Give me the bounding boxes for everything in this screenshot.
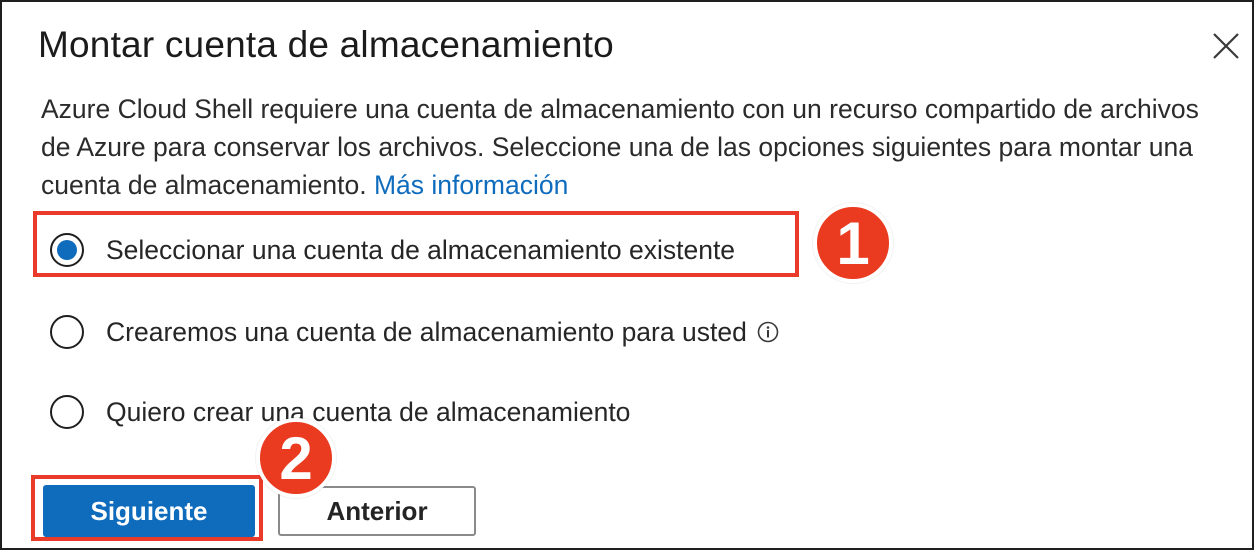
step-badge-1: 1 bbox=[813, 203, 893, 283]
description-text: Azure Cloud Shell requiere una cuenta de… bbox=[41, 94, 1199, 200]
info-icon[interactable] bbox=[757, 321, 779, 343]
highlight-box-option bbox=[33, 211, 799, 277]
step-badge-2: 2 bbox=[256, 418, 336, 498]
close-icon[interactable] bbox=[1208, 28, 1244, 64]
dialog-title: Montar cuenta de almacenamiento bbox=[38, 24, 614, 65]
highlight-box-next bbox=[31, 475, 263, 541]
radio-create-for-you[interactable] bbox=[50, 315, 84, 349]
dialog-description: Azure Cloud Shell requiere una cuenta de… bbox=[41, 90, 1231, 204]
option-label: Crearemos una cuenta de almacenamiento p… bbox=[106, 316, 747, 347]
radio-create-my-own[interactable] bbox=[50, 395, 84, 429]
option-create-for-you[interactable]: Crearemos una cuenta de almacenamiento p… bbox=[50, 312, 779, 352]
learn-more-link[interactable]: Más información bbox=[374, 170, 568, 200]
option-create-my-own[interactable]: Quiero crear una cuenta de almacenamient… bbox=[50, 392, 630, 432]
option-label: Quiero crear una cuenta de almacenamient… bbox=[106, 396, 631, 427]
